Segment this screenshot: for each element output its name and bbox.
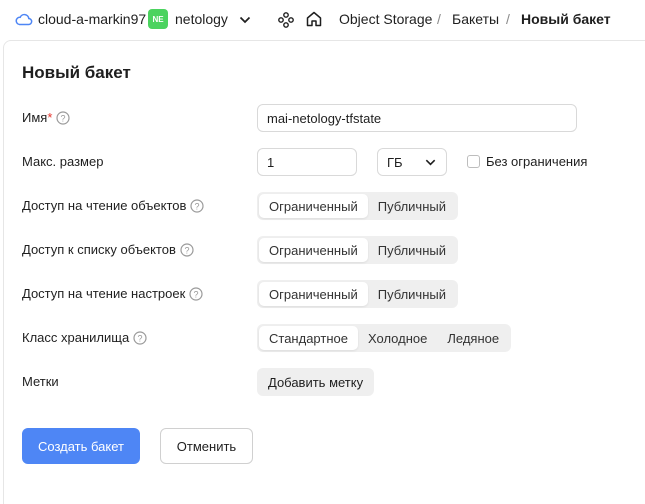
help-icon[interactable]: ? (189, 286, 203, 301)
storage-class-toggle: Стандартное Холодное Ледяное (257, 324, 512, 352)
svg-text:?: ? (184, 245, 189, 255)
size-unit-select[interactable]: ГБ (377, 148, 447, 176)
svg-text:?: ? (61, 113, 66, 123)
read-objects-label: Доступ на чтение объектов ? (22, 198, 205, 213)
read-objects-toggle: Ограниченный Публичный (257, 192, 458, 220)
bucket-name-input[interactable]: mai-netology-tfstate (257, 104, 577, 132)
size-unit-value: ГБ (387, 154, 403, 170)
checkbox-box[interactable] (467, 155, 480, 168)
help-icon[interactable]: ? (133, 330, 147, 345)
read-settings-label: Доступ на чтение настроек ? (22, 286, 203, 301)
add-tag-button[interactable]: Добавить метку (257, 368, 375, 396)
option-cold[interactable]: Холодное (358, 326, 437, 350)
name-label-text: Имя (22, 110, 48, 125)
breadcrumb-object-storage[interactable]: Object Storage (339, 11, 432, 27)
no-limit-label: Без ограничения (486, 154, 588, 169)
chevron-down-icon (425, 159, 436, 165)
list-objects-label: Доступ к списку объектов ? (22, 242, 194, 257)
no-limit-checkbox[interactable]: Без ограничения (467, 154, 587, 169)
max-size-input[interactable]: 1 (257, 148, 357, 176)
breadcrumb-separator: / (437, 11, 441, 27)
list-objects-label-text: Доступ к списку объектов (22, 242, 176, 257)
read-objects-label-text: Доступ на чтение объектов (22, 198, 187, 213)
svg-text:?: ? (194, 289, 199, 299)
read-settings-label-text: Доступ на чтение настроек (22, 286, 186, 301)
cancel-button[interactable]: Отменить (160, 428, 253, 464)
home-icon[interactable] (305, 10, 323, 28)
option-public[interactable]: Публичный (368, 282, 456, 306)
option-restricted[interactable]: Ограниченный (259, 238, 368, 262)
option-ice[interactable]: Ледяное (437, 326, 509, 350)
max-size-label: Макс. размер (22, 154, 104, 169)
svg-text:?: ? (195, 201, 200, 211)
folder-badge: NE (148, 9, 168, 29)
option-standard[interactable]: Стандартное (259, 326, 358, 350)
chevron-down-icon[interactable] (238, 13, 252, 27)
option-restricted[interactable]: Ограниченный (259, 282, 368, 306)
svg-text:?: ? (138, 333, 143, 343)
cloud-icon (15, 13, 33, 26)
page-title: Новый бакет (22, 63, 131, 82)
breadcrumb-current: Новый бакет (521, 11, 611, 27)
required-mark: * (47, 110, 53, 125)
tags-label: Метки (22, 374, 59, 389)
top-bar: cloud-a-markin97 NE netology Object Stor… (0, 0, 645, 40)
option-public[interactable]: Публичный (368, 238, 456, 262)
cloud-name[interactable]: cloud-a-markin97 (38, 11, 146, 27)
create-bucket-button[interactable]: Создать бакет (22, 428, 140, 464)
option-public[interactable]: Публичный (368, 194, 456, 218)
name-label: Имя * ? (22, 110, 70, 125)
breadcrumb-separator: / (506, 11, 510, 27)
breadcrumb-buckets[interactable]: Бакеты (452, 11, 499, 27)
services-icon[interactable] (277, 11, 295, 29)
list-objects-toggle: Ограниченный Публичный (257, 236, 458, 264)
storage-class-label-text: Класс хранилища (22, 330, 130, 345)
help-icon[interactable]: ? (190, 198, 205, 213)
storage-class-label: Класс хранилища ? (22, 330, 147, 345)
option-restricted[interactable]: Ограниченный (259, 194, 368, 218)
read-settings-toggle: Ограниченный Публичный (257, 280, 458, 308)
help-icon[interactable]: ? (56, 110, 70, 125)
help-icon[interactable]: ? (180, 242, 194, 257)
folder-name[interactable]: netology (175, 11, 228, 27)
